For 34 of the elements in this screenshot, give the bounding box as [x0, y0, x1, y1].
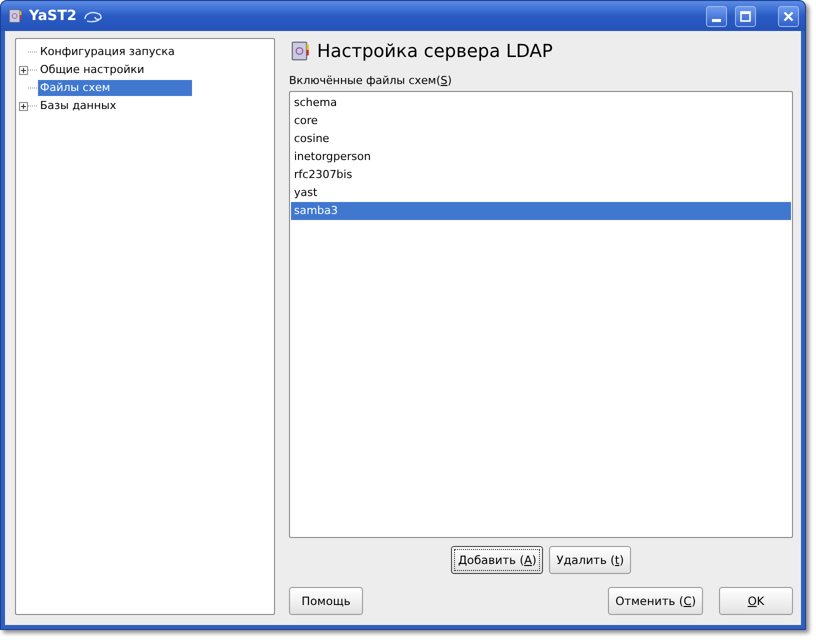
book-icon [289, 40, 311, 62]
schema-list[interactable]: schema core cosine inetorgperson rfc2307bis yast samba3 [289, 91, 793, 538]
list-item[interactable]: samba3 [291, 202, 791, 220]
minimize-button[interactable] [706, 6, 727, 26]
list-item[interactable]: inetorgperson [291, 148, 791, 166]
expand-icon[interactable] [19, 66, 28, 74]
tree-item[interactable]: Файлы схем [38, 80, 192, 96]
tree-item[interactable]: Общие настройки [38, 62, 192, 78]
ok-button[interactable]: OK [719, 587, 793, 615]
maximize-button[interactable] [735, 6, 756, 26]
tree-line [28, 87, 38, 89]
close-icon [783, 10, 794, 22]
list-item[interactable]: yast [291, 184, 791, 202]
tree-line [28, 51, 38, 53]
add-button[interactable]: Добавить (A) [451, 546, 544, 574]
maximize-icon [740, 10, 751, 22]
close-button[interactable] [778, 6, 799, 26]
list-item[interactable]: cosine [291, 130, 791, 148]
list-item[interactable]: schema [291, 94, 791, 112]
tree-line [28, 69, 38, 71]
minimize-icon [712, 18, 721, 22]
tree-item[interactable]: Базы данных [38, 98, 192, 114]
remove-button[interactable]: Удалить (t) [549, 546, 631, 574]
list-label: Включённые файлы схем(S) [289, 74, 453, 87]
expand-icon[interactable] [19, 102, 28, 110]
tree-item[interactable]: Конфигурация запуска [38, 44, 192, 60]
help-button[interactable]: Помощь [289, 587, 363, 615]
cancel-button[interactable]: Отменить (C) [608, 587, 703, 615]
tree-line [28, 105, 38, 107]
book-icon [7, 8, 23, 24]
dialog-heading: Настройка сервера LDAP [317, 40, 553, 62]
window-title: YaST2 [29, 8, 77, 24]
list-item[interactable]: rfc2307bis [291, 166, 791, 184]
list-item[interactable]: core [291, 112, 791, 130]
